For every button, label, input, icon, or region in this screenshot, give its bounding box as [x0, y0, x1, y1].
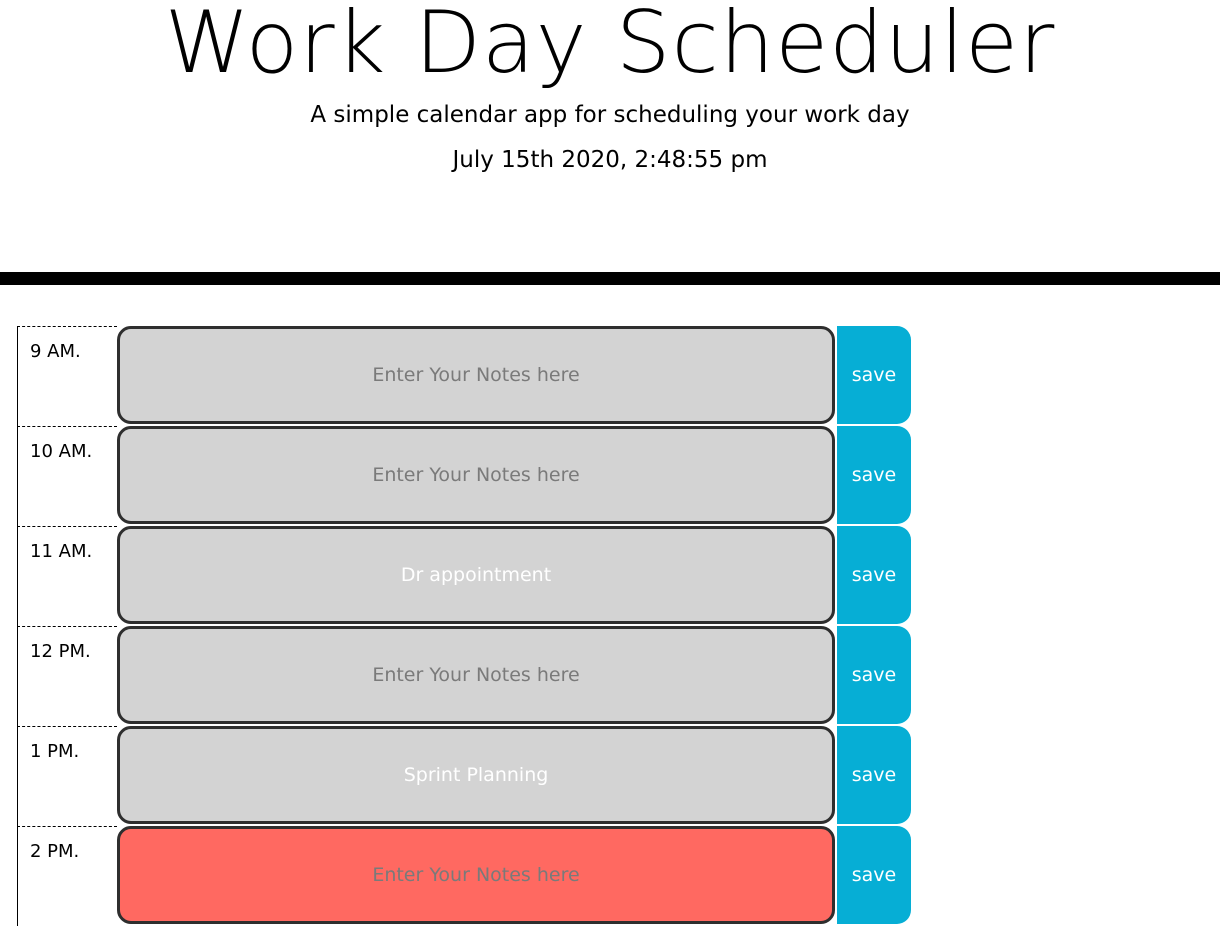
notes-text: Enter Your Notes here [372, 864, 580, 886]
hour-label: 10 AM. [17, 426, 117, 526]
save-label: save [851, 664, 897, 686]
notes-text: Enter Your Notes here [372, 664, 580, 686]
save-button[interactable]: save [837, 826, 911, 924]
hour-label: 11 AM. [17, 526, 117, 626]
save-button[interactable]: save [837, 326, 911, 424]
time-block-1pm: 1 PM. Sprint Planning save [17, 726, 911, 826]
time-block-10am: 10 AM. Enter Your Notes here save [17, 426, 911, 526]
save-label: save [851, 764, 897, 786]
notes-text: Sprint Planning [403, 764, 549, 786]
save-button[interactable]: save [837, 726, 911, 824]
hour-label: 12 PM. [17, 626, 117, 726]
time-block-9am: 9 AM. Enter Your Notes here save [17, 326, 911, 426]
notes-textarea[interactable]: Sprint Planning [117, 726, 835, 824]
save-label: save [851, 364, 897, 386]
notes-textarea[interactable]: Enter Your Notes here [117, 326, 835, 424]
hour-label: 9 AM. [17, 326, 117, 426]
notes-textarea[interactable]: Dr appointment [117, 526, 835, 624]
header: Work Day Scheduler A simple calendar app… [0, 0, 1220, 272]
schedule-container: 9 AM. Enter Your Notes here save 10 AM. … [17, 326, 911, 926]
save-button[interactable]: save [837, 526, 911, 624]
page-subtitle: A simple calendar app for scheduling you… [310, 102, 910, 128]
notes-textarea[interactable]: Enter Your Notes here [117, 426, 835, 524]
current-day: July 15th 2020, 2:48:55 pm [452, 147, 768, 173]
page-title: Work Day Scheduler [164, 0, 1056, 93]
notes-text: Dr appointment [400, 564, 552, 586]
time-block-11am: 11 AM. Dr appointment save [17, 526, 911, 626]
save-label: save [851, 464, 897, 486]
save-label: save [851, 864, 897, 886]
header-divider [0, 272, 1220, 285]
save-label: save [851, 564, 897, 586]
time-block-2pm: 2 PM. Enter Your Notes here save [17, 826, 911, 926]
save-button[interactable]: save [837, 426, 911, 524]
hour-label: 1 PM. [17, 726, 117, 826]
time-block-12pm: 12 PM. Enter Your Notes here save [17, 626, 911, 726]
notes-textarea[interactable]: Enter Your Notes here [117, 826, 835, 924]
save-button[interactable]: save [837, 626, 911, 724]
notes-text: Enter Your Notes here [372, 364, 580, 386]
notes-textarea[interactable]: Enter Your Notes here [117, 626, 835, 724]
hour-label: 2 PM. [17, 826, 117, 926]
notes-text: Enter Your Notes here [372, 464, 580, 486]
